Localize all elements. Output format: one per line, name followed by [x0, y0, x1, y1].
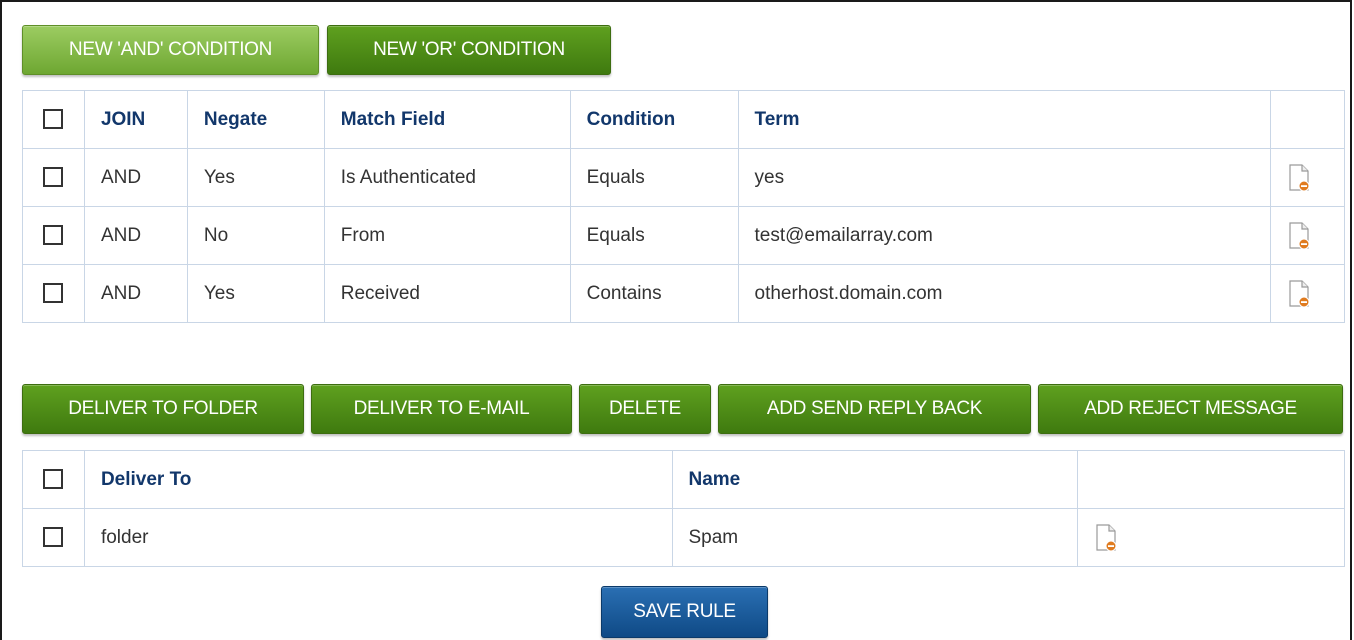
header-name: Name: [671, 450, 1079, 509]
deliver-to-folder-button[interactable]: DELIVER TO FOLDER: [22, 384, 304, 434]
delete-button[interactable]: DELETE: [579, 384, 711, 434]
cell-condition: Equals: [569, 206, 739, 265]
actions-table: Deliver To Name folder Spam: [22, 450, 1345, 567]
delete-document-icon[interactable]: [1287, 221, 1311, 251]
delete-document-icon[interactable]: [1287, 163, 1311, 193]
header-join: JOIN: [83, 90, 188, 149]
select-all-conditions-checkbox[interactable]: [43, 109, 64, 130]
add-reject-message-button[interactable]: ADD REJECT MESSAGE: [1038, 384, 1343, 434]
conditions-table: JOIN Negate Match Field Condition Term A…: [22, 90, 1345, 323]
header-actions: [1270, 90, 1345, 149]
delete-document-icon[interactable]: [1094, 523, 1118, 553]
row-checkbox[interactable]: [43, 225, 64, 246]
table-row: folder Spam: [22, 508, 1345, 567]
save-rule-button[interactable]: SAVE RULE: [601, 586, 768, 638]
row-checkbox[interactable]: [43, 283, 64, 304]
cell-match-field: Received: [323, 264, 571, 323]
header-match-field: Match Field: [323, 90, 571, 149]
header-deliver-to: Deliver To: [83, 450, 673, 509]
cell-negate: Yes: [186, 264, 325, 323]
cell-term: yes: [737, 148, 1271, 207]
cell-match-field: From: [323, 206, 571, 265]
conditions-header-row: JOIN Negate Match Field Condition Term: [22, 90, 1345, 149]
actions-header-row: Deliver To Name: [22, 450, 1345, 509]
cell-join: AND: [83, 148, 188, 207]
table-row: AND Yes Is Authenticated Equals yes: [22, 148, 1345, 207]
select-all-conditions-cell: [22, 90, 85, 149]
rule-editor-panel: NEW 'AND' CONDITION NEW 'OR' CONDITION J…: [0, 0, 1352, 640]
row-checkbox[interactable]: [43, 167, 64, 188]
table-row: AND No From Equals test@emailarray.com: [22, 206, 1345, 265]
delete-document-icon[interactable]: [1287, 279, 1311, 309]
cell-term: otherhost.domain.com: [737, 264, 1271, 323]
cell-deliver-to: folder: [83, 508, 673, 567]
cell-negate: Yes: [186, 148, 325, 207]
header-condition: Condition: [569, 90, 739, 149]
header-negate: Negate: [186, 90, 325, 149]
add-send-reply-back-button[interactable]: ADD SEND REPLY BACK: [718, 384, 1031, 434]
cell-match-field: Is Authenticated: [323, 148, 571, 207]
cell-name: Spam: [671, 508, 1079, 567]
new-or-condition-button[interactable]: NEW 'OR' CONDITION: [327, 25, 611, 75]
header-actions: [1077, 450, 1345, 509]
header-term: Term: [737, 90, 1271, 149]
cell-join: AND: [83, 264, 188, 323]
select-all-actions-checkbox[interactable]: [43, 469, 64, 490]
cell-condition: Equals: [569, 148, 739, 207]
deliver-to-email-button[interactable]: DELIVER TO E-MAIL: [311, 384, 572, 434]
cell-negate: No: [186, 206, 325, 265]
cell-condition: Contains: [569, 264, 739, 323]
cell-term: test@emailarray.com: [737, 206, 1271, 265]
row-checkbox[interactable]: [43, 527, 64, 548]
table-row: AND Yes Received Contains otherhost.doma…: [22, 264, 1345, 323]
new-and-condition-button[interactable]: NEW 'AND' CONDITION: [22, 25, 319, 75]
cell-join: AND: [83, 206, 188, 265]
